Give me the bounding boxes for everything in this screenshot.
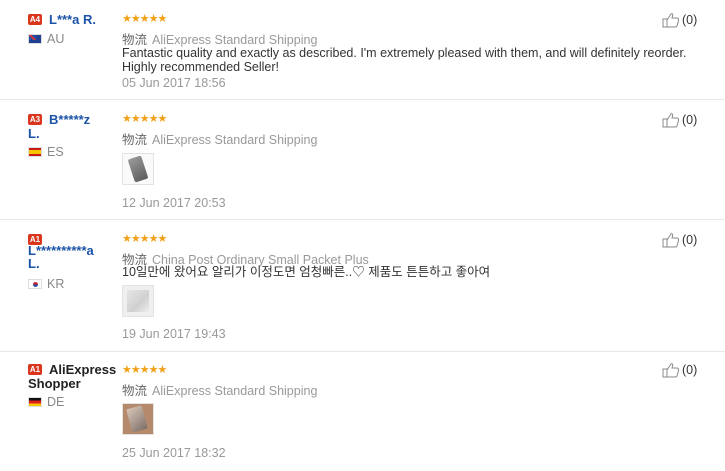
star-rating: ★ ★ ★ ★ ★ bbox=[122, 363, 168, 376]
star-icon: ★ bbox=[122, 12, 132, 25]
australia-flag-icon bbox=[28, 34, 42, 44]
review-item: A1 AliExpress Shopper DE ★ ★ ★ ★ ★ 物流 AliExpr… bbox=[0, 351, 725, 471]
helpful-count: (0) bbox=[682, 363, 698, 377]
thumb-up-icon bbox=[662, 363, 680, 378]
reviewer-country: AU bbox=[28, 32, 64, 46]
logistics-label: 物流 bbox=[122, 33, 148, 47]
reviewer-info: A4 L***a R. AU bbox=[28, 12, 124, 46]
shipping-method: 物流 AliExpress Standard Shipping bbox=[122, 380, 317, 399]
star-icon: ★ bbox=[139, 363, 150, 376]
shipping-name: AliExpress Standard Shipping bbox=[152, 33, 318, 47]
star-rating: ★ ★ ★ ★ ★ bbox=[122, 232, 168, 245]
star-icon: ★ bbox=[148, 232, 159, 245]
helpful-button[interactable]: (0) bbox=[662, 362, 697, 378]
reviewer-name-tail: L. bbox=[28, 256, 40, 271]
logistics-label: 物流 bbox=[122, 133, 148, 147]
star-icon: ★ bbox=[139, 232, 150, 245]
thumb-up-icon bbox=[662, 13, 680, 28]
star-icon: ★ bbox=[122, 363, 132, 376]
star-icon: ★ bbox=[122, 232, 132, 245]
helpful-button[interactable]: (0) bbox=[662, 232, 697, 248]
germany-flag-icon bbox=[28, 397, 42, 407]
logistics-label: 物流 bbox=[122, 384, 148, 398]
star-rating: ★ ★ ★ ★ ★ bbox=[122, 12, 168, 25]
reviewer-info: A3 B*****z L. ES bbox=[28, 112, 124, 159]
review-date: 19 Jun 2017 19:43 bbox=[122, 327, 226, 341]
star-icon: ★ bbox=[139, 12, 150, 25]
helpful-count: (0) bbox=[682, 113, 698, 127]
reviewer-info: A1 AliExpress Shopper DE bbox=[28, 362, 124, 409]
level-badge: A1 bbox=[28, 364, 42, 375]
helpful-count: (0) bbox=[682, 13, 698, 27]
star-icon: ★ bbox=[148, 363, 159, 376]
spain-flag-icon bbox=[28, 147, 42, 157]
review-item: A3 B*****z L. ES ★ ★ ★ ★ ★ 物流 AliExpress Stan… bbox=[0, 99, 725, 219]
country-code: DE bbox=[47, 395, 65, 409]
reviewer-country: DE bbox=[28, 395, 64, 409]
reviewer-country: ES bbox=[28, 145, 64, 159]
shipping-name: AliExpress Standard Shipping bbox=[152, 133, 318, 147]
review-item: A1 L**********a L. KR ★ ★ ★ ★ ★ 物流 China Post… bbox=[0, 219, 725, 351]
helpful-button[interactable]: (0) bbox=[662, 112, 697, 128]
shipping-name: AliExpress Standard Shipping bbox=[152, 384, 318, 398]
star-icon: ★ bbox=[157, 232, 168, 245]
star-icon: ★ bbox=[130, 112, 141, 125]
helpful-count: (0) bbox=[682, 233, 698, 247]
review-date: 05 Jun 2017 18:56 bbox=[122, 76, 226, 90]
thumb-up-icon bbox=[662, 233, 680, 248]
star-rating: ★ ★ ★ ★ ★ bbox=[122, 112, 168, 125]
star-icon: ★ bbox=[148, 12, 159, 25]
reviewer-name-tail: L. bbox=[28, 126, 40, 141]
level-badge: A3 bbox=[28, 114, 42, 125]
country-code: ES bbox=[47, 145, 64, 159]
star-icon: ★ bbox=[157, 363, 168, 376]
review-photo-thumbnail[interactable] bbox=[122, 153, 154, 185]
review-date: 12 Jun 2017 20:53 bbox=[122, 196, 226, 210]
reviewer-name[interactable]: L***a R. bbox=[49, 12, 96, 28]
south-korea-flag-icon bbox=[28, 279, 42, 289]
reviewer-info: A1 L**********a L. KR bbox=[28, 232, 124, 291]
country-code: KR bbox=[47, 277, 65, 291]
star-icon: ★ bbox=[139, 112, 150, 125]
review-photo-thumbnail[interactable] bbox=[122, 285, 154, 317]
reviewer-name[interactable]: B*****z bbox=[49, 112, 90, 128]
star-icon: ★ bbox=[130, 232, 141, 245]
review-text: 10일만에 왔어요 알리가 이정도면 엄청빠른..♡ 제품도 튼튼하고 좋아여 bbox=[122, 265, 491, 279]
reviewer-name-tail: Shopper bbox=[28, 376, 81, 391]
star-icon: ★ bbox=[148, 112, 159, 125]
star-icon: ★ bbox=[130, 12, 141, 25]
thumb-up-icon bbox=[662, 113, 680, 128]
star-icon: ★ bbox=[130, 363, 141, 376]
helpful-button[interactable]: (0) bbox=[662, 12, 697, 28]
star-icon: ★ bbox=[157, 112, 168, 125]
shipping-method: 物流 AliExpress Standard Shipping bbox=[122, 129, 317, 148]
review-date: 25 Jun 2017 18:32 bbox=[122, 446, 226, 460]
star-icon: ★ bbox=[157, 12, 168, 25]
review-text: Fantastic quality and exactly as describ… bbox=[122, 46, 687, 74]
level-badge: A4 bbox=[28, 14, 42, 25]
star-icon: ★ bbox=[122, 112, 132, 125]
review-photo-thumbnail[interactable] bbox=[122, 403, 154, 435]
review-item: A4 L***a R. AU ★ ★ ★ ★ ★ 物流 AliExpress Standa… bbox=[0, 0, 725, 99]
country-code: AU bbox=[47, 32, 65, 46]
reviewer-country: KR bbox=[28, 277, 64, 291]
